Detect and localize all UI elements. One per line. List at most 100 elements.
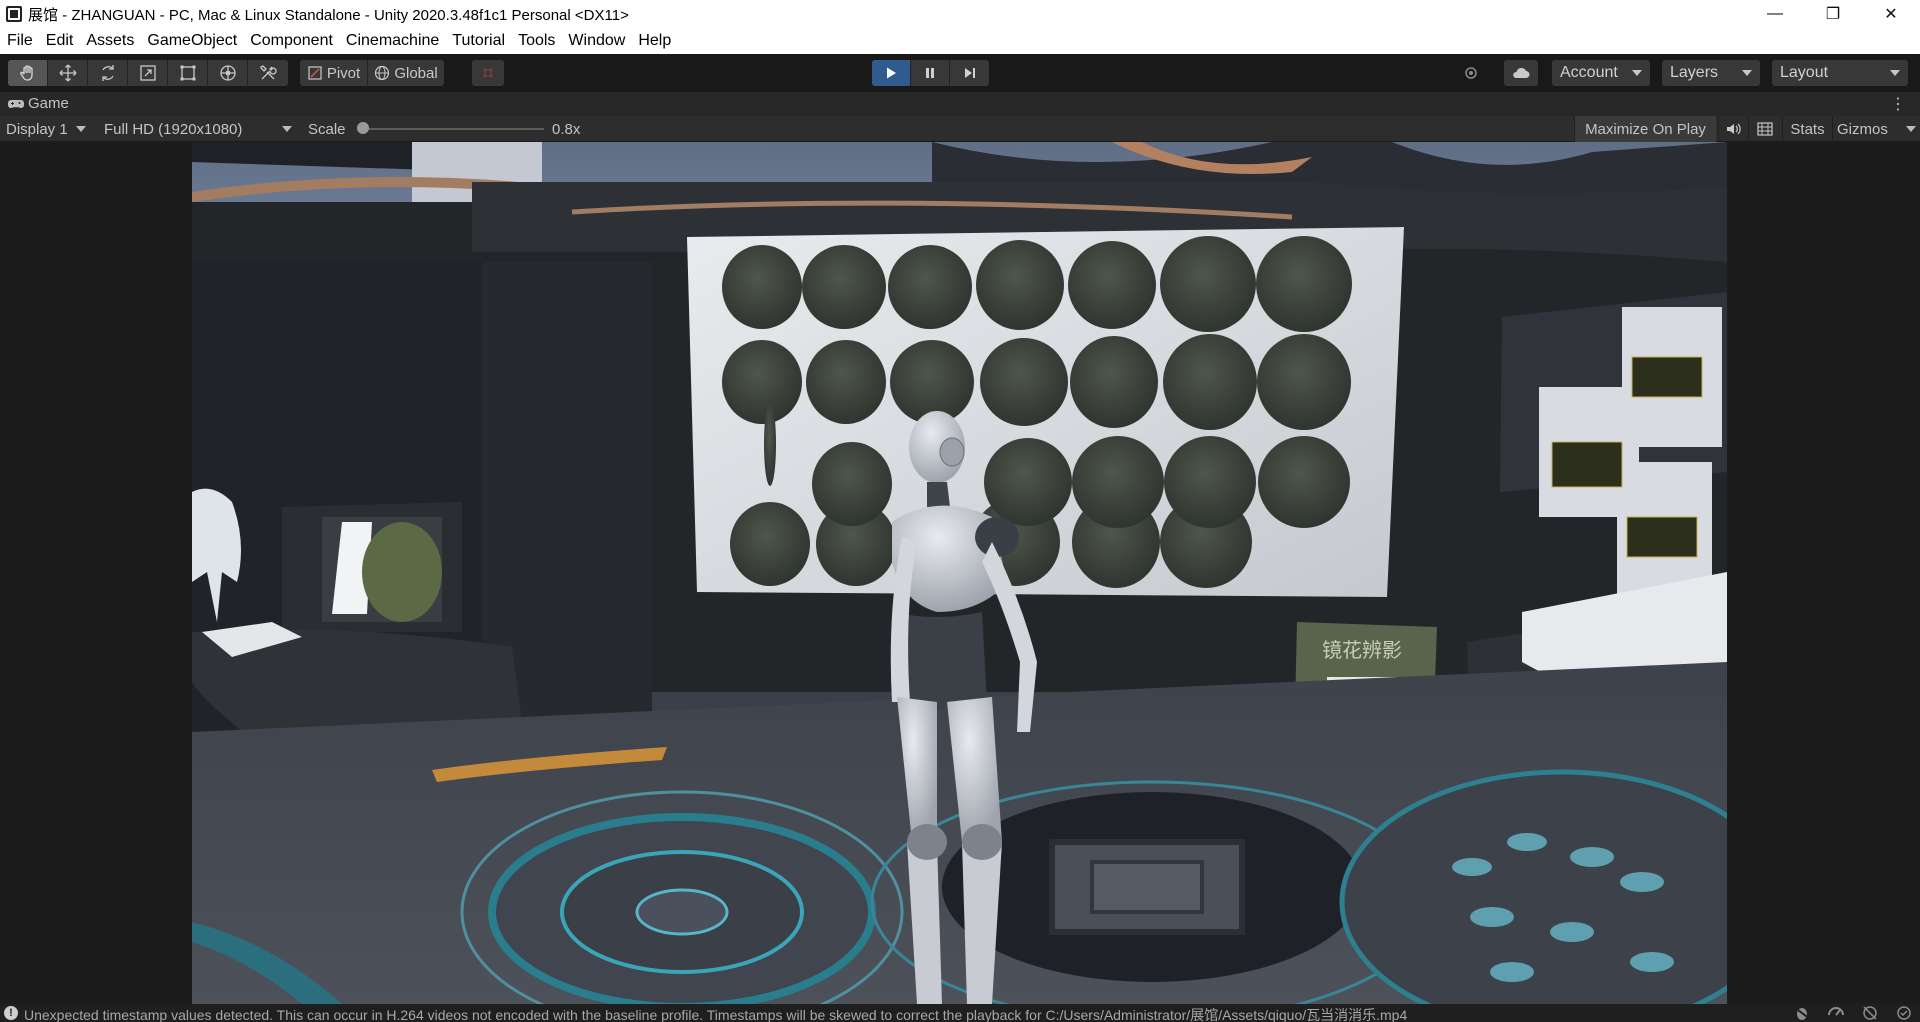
minimize-button[interactable]: — <box>1746 0 1804 28</box>
maximize-on-play-label: Maximize On Play <box>1585 120 1706 138</box>
game-tab-bar: Game ⋮ <box>0 92 1920 116</box>
gizmos-label: Gizmos <box>1837 120 1888 138</box>
rotate-tool-button[interactable] <box>88 60 128 86</box>
grid-icon <box>1756 122 1773 136</box>
layout-dropdown[interactable]: Layout <box>1772 60 1908 86</box>
rect-icon <box>180 65 195 81</box>
transform-icon <box>219 65 236 81</box>
account-dropdown[interactable]: Account <box>1552 60 1650 86</box>
pivot-icon <box>308 66 322 80</box>
scale-tool-button[interactable] <box>128 60 168 86</box>
chevron-down-icon <box>1890 70 1900 76</box>
progress-icon[interactable] <box>1826 1005 1846 1021</box>
move-tool-button[interactable] <box>48 60 88 86</box>
layers-label: Layers <box>1670 64 1719 81</box>
menu-bar: File Edit Assets GameObject Component Ci… <box>0 28 1920 54</box>
aspect-grid-toggle[interactable] <box>1748 116 1780 142</box>
grid-snap-icon <box>483 68 493 78</box>
window-title: 展馆 - ZHANGUAN - PC, Mac & Linux Standalo… <box>28 6 629 24</box>
services-button[interactable] <box>1456 60 1486 86</box>
cloud-icon <box>1513 67 1530 78</box>
chevron-down-icon <box>1632 70 1642 76</box>
menu-file[interactable]: File <box>0 32 39 50</box>
layers-dropdown[interactable]: Layers <box>1662 60 1760 86</box>
menu-component[interactable]: Component <box>243 32 339 50</box>
menu-assets[interactable]: Assets <box>79 32 140 50</box>
chevron-down-icon <box>1906 126 1916 132</box>
hand-icon <box>19 65 33 81</box>
resolution-dropdown[interactable]: Full HD (1920x1080) <box>104 116 294 142</box>
transform-tool-button[interactable] <box>208 60 248 86</box>
globe-icon <box>375 65 390 81</box>
move-icon <box>59 64 76 82</box>
play-icon <box>887 67 896 79</box>
step-button[interactable] <box>950 60 989 86</box>
display-dropdown[interactable]: Display 1 <box>6 116 96 142</box>
tools-icon <box>260 65 277 80</box>
maximize-on-play-toggle[interactable]: Maximize On Play <box>1574 116 1716 142</box>
menu-window[interactable]: Window <box>561 32 631 50</box>
pivot-global-toggles: Pivot Global <box>300 60 444 86</box>
pivot-toggle[interactable]: Pivot <box>300 60 368 86</box>
grid-snap-group <box>472 60 504 86</box>
tab-game-label: Game <box>28 95 69 112</box>
game-viewport[interactable]: 镜花辨影 <box>192 142 1727 1004</box>
console-status-bar[interactable]: ! Unexpected timestamp values detected. … <box>0 1004 1920 1022</box>
pivot-label: Pivot <box>326 64 361 82</box>
rect-tool-button[interactable] <box>168 60 208 86</box>
menu-cinemachine[interactable]: Cinemachine <box>339 32 445 50</box>
resolution-label: Full HD (1920x1080) <box>104 120 243 138</box>
cloud-group <box>1504 60 1538 86</box>
mute-audio-toggle[interactable] <box>1718 116 1746 142</box>
menu-edit[interactable]: Edit <box>39 32 80 50</box>
pause-icon <box>926 68 934 78</box>
scale-icon <box>139 65 156 81</box>
layout-label: Layout <box>1780 64 1829 81</box>
cloud-button[interactable] <box>1504 60 1538 86</box>
debug-icon[interactable] <box>1792 1005 1812 1021</box>
check-icon[interactable] <box>1894 1005 1914 1021</box>
gizmos-dropdown[interactable]: Gizmos <box>1832 116 1920 142</box>
step-icon <box>964 68 975 78</box>
scale-slider-thumb[interactable] <box>357 122 369 134</box>
main-toolbar: Pivot Global Account Layers Layout <box>0 54 1920 92</box>
tab-game[interactable]: Game <box>8 95 69 112</box>
status-icons <box>1792 1005 1914 1021</box>
chevron-down-icon <box>75 126 86 132</box>
rotate-icon <box>101 65 114 81</box>
global-toggle[interactable]: Global <box>368 60 444 86</box>
menu-tutorial[interactable]: Tutorial <box>445 32 511 50</box>
playmode-controls <box>872 60 989 86</box>
network-icon[interactable] <box>1860 1005 1880 1021</box>
sign-title: 镜花辨影 <box>1322 638 1402 662</box>
warning-icon: ! <box>4 1006 18 1020</box>
stats-label: Stats <box>1790 120 1825 138</box>
custom-tool-button[interactable] <box>248 60 288 86</box>
chevron-down-icon <box>1742 70 1752 76</box>
window-title-bar: 展馆 - ZHANGUAN - PC, Mac & Linux Standalo… <box>0 0 1920 28</box>
game-view-toolbar: Display 1 Full HD (1920x1080) Scale 0.8x… <box>0 116 1920 142</box>
account-label: Account <box>1560 64 1618 81</box>
scene-render: 镜花辨影 <box>192 142 1727 1004</box>
scale-label: Scale <box>308 120 346 138</box>
pause-button[interactable] <box>911 60 950 86</box>
scale-slider-track[interactable] <box>362 128 544 130</box>
transform-tools <box>8 60 288 86</box>
display-label: Display 1 <box>6 120 68 138</box>
maximize-button[interactable]: ❐ <box>1804 0 1862 28</box>
grid-snap-toggle[interactable] <box>472 60 504 86</box>
menu-gameobject[interactable]: GameObject <box>140 32 243 50</box>
menu-tools[interactable]: Tools <box>511 32 561 50</box>
status-message: Unexpected timestamp values detected. Th… <box>24 1007 1408 1022</box>
play-button[interactable] <box>872 60 911 86</box>
global-label: Global <box>394 64 438 82</box>
speaker-icon <box>1726 123 1741 135</box>
close-button[interactable]: ✕ <box>1862 0 1920 28</box>
collab-group <box>1456 60 1486 86</box>
gamepad-icon <box>8 99 24 108</box>
stats-toggle[interactable]: Stats <box>1782 116 1832 142</box>
kebab-menu-icon[interactable]: ⋮ <box>1890 94 1906 114</box>
hand-tool-button[interactable] <box>8 60 48 86</box>
chevron-down-icon <box>282 126 292 132</box>
menu-help[interactable]: Help <box>631 32 677 50</box>
